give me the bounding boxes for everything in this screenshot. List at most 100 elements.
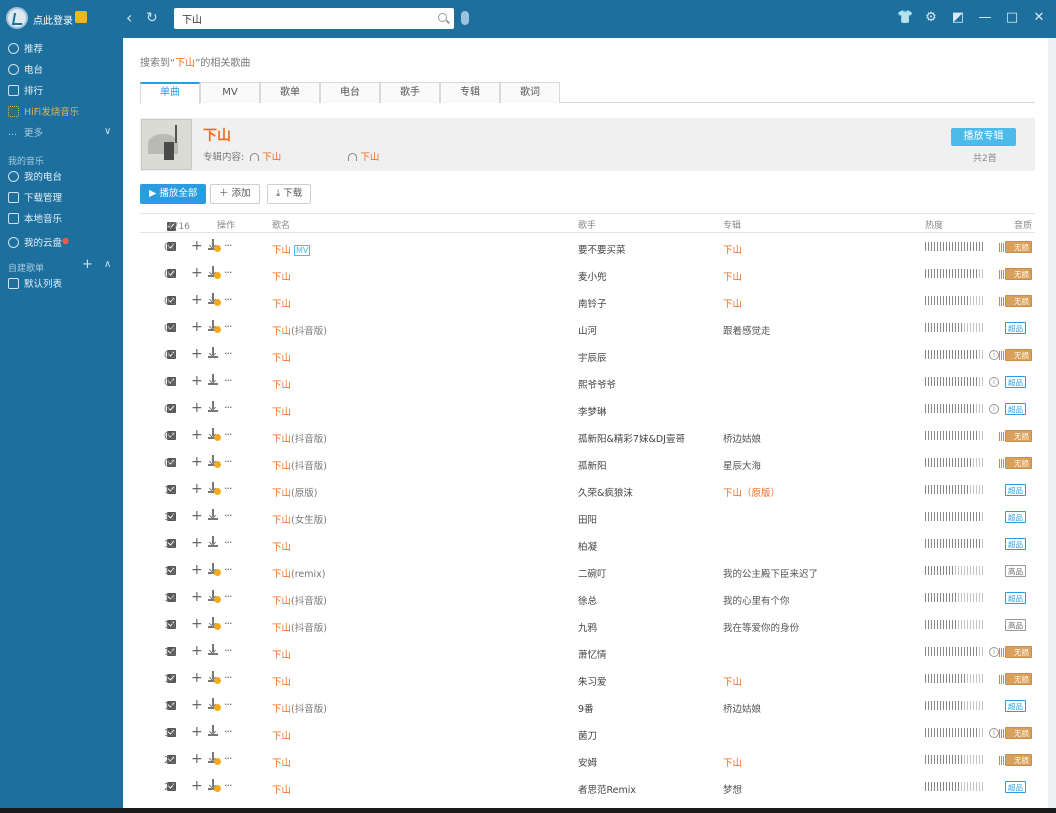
quality-badge[interactable]: 超品 xyxy=(1005,781,1026,793)
quality-badge[interactable]: 无损 xyxy=(999,646,1032,658)
singer-link[interactable]: 者思范Remix xyxy=(578,782,636,796)
table-row[interactable]: 08 + ··· 下山(抖音版) 孤新阳&精彩7妹&DJ壹哥 桥边姑娘 无损 xyxy=(140,423,1035,450)
more-icon[interactable]: ··· xyxy=(224,455,232,468)
song-title[interactable]: 下山 xyxy=(272,647,291,661)
download-icon[interactable] xyxy=(208,536,218,548)
album-link[interactable]: 跟着感觉走 xyxy=(723,323,771,337)
sidebar-item-downloads[interactable]: 下载管理 xyxy=(8,191,62,207)
more-icon[interactable]: ··· xyxy=(224,428,232,441)
table-row[interactable]: 19 + ··· 下山 菌刀 i 无损 xyxy=(140,720,1035,747)
more-icon[interactable]: ··· xyxy=(224,293,232,306)
table-row[interactable]: 14 + ··· 下山(抖音版) 徐总 我的心里有个你 超品 xyxy=(140,585,1035,612)
song-title[interactable]: 下山(抖音版) xyxy=(272,620,327,634)
play-all-button[interactable]: ▶ 播放全部 xyxy=(140,184,207,204)
more-icon[interactable]: ··· xyxy=(224,590,232,603)
singer-link[interactable]: 宇辰辰 xyxy=(578,350,607,364)
close-icon[interactable]: ✕ xyxy=(1032,9,1046,27)
download-icon[interactable] xyxy=(208,509,218,521)
singer-link[interactable]: 萧忆情 xyxy=(578,647,607,661)
add-icon[interactable]: + xyxy=(191,320,203,334)
add-icon[interactable]: + xyxy=(191,293,203,307)
more-icon[interactable]: ··· xyxy=(224,671,232,684)
quality-badge[interactable]: 无损 xyxy=(999,673,1032,685)
singer-link[interactable]: 孤新阳&精彩7妹&DJ壹哥 xyxy=(578,431,685,445)
singer-link[interactable]: 二碗叮 xyxy=(578,566,607,580)
quality-badge[interactable]: 高品 xyxy=(1005,565,1026,577)
sidebar-item-hifi[interactable]: HiFi发烧音乐 xyxy=(8,105,79,121)
more-icon[interactable]: ··· xyxy=(224,725,232,738)
tab-lyrics[interactable]: 歌词 xyxy=(500,82,560,103)
singer-link[interactable]: 麦小兜 xyxy=(578,269,607,283)
song-title[interactable]: 下山(抖音版) xyxy=(272,593,327,607)
song-title[interactable]: 下山(抖音版) xyxy=(272,431,327,445)
table-row[interactable]: 05 + ··· 下山 宇辰辰 i 无损 xyxy=(140,342,1035,369)
tab-radio[interactable]: 电台 xyxy=(320,82,380,103)
more-icon[interactable]: ··· xyxy=(224,698,232,711)
song-title[interactable]: 下山 xyxy=(272,377,291,391)
singer-link[interactable]: 田阳 xyxy=(578,512,597,526)
search-icon[interactable] xyxy=(438,13,447,22)
sidebar-item-radio[interactable]: 电台 xyxy=(8,63,43,79)
add-button[interactable]: ＋ 添加 xyxy=(210,184,260,204)
singer-link[interactable]: 久荣&疯狼沫 xyxy=(578,485,633,499)
maximize-icon[interactable]: □ xyxy=(1005,9,1019,27)
quality-badge[interactable]: 高品 xyxy=(1005,619,1026,631)
singer-link[interactable]: 九鸦 xyxy=(578,620,597,634)
quality-badge[interactable]: 无损 xyxy=(999,727,1032,739)
login-link[interactable]: 点此登录 xyxy=(33,12,73,27)
download-button[interactable]: ⤓ 下载 xyxy=(267,184,312,204)
more-icon[interactable]: ··· xyxy=(224,320,232,333)
add-icon[interactable]: + xyxy=(191,482,203,496)
album-link[interactable]: 下山（原版） xyxy=(723,485,780,499)
song-title[interactable]: 下山(抖音版) xyxy=(272,323,327,337)
microphone-icon[interactable] xyxy=(461,11,469,25)
tab-albums[interactable]: 专辑 xyxy=(440,82,500,103)
add-icon[interactable]: + xyxy=(191,563,203,577)
singer-link[interactable]: 徐总 xyxy=(578,593,597,607)
table-row[interactable]: 03 + ··· 下山 南铃子 下山 无损 xyxy=(140,288,1035,315)
sidebar-item-my-radio[interactable]: 我的电台 xyxy=(8,170,62,186)
quality-badge[interactable]: 超品 xyxy=(1005,592,1026,604)
album-link[interactable]: 我的公主殿下臣来迟了 xyxy=(723,566,818,580)
skin-icon[interactable]: 👕 xyxy=(897,9,913,27)
song-title[interactable]: 下山(remix) xyxy=(272,566,326,580)
more-icon[interactable]: ··· xyxy=(224,239,232,252)
sidebar-item-default-list[interactable]: 默认列表 xyxy=(8,277,62,293)
album-link[interactable]: 我在等爱你的身份 xyxy=(723,620,799,634)
singer-link[interactable]: 安姆 xyxy=(578,755,597,769)
tab-songs[interactable]: 单曲 xyxy=(140,82,200,104)
chevron-up-icon[interactable]: ∧ xyxy=(104,259,111,270)
sidebar-item-local[interactable]: 本地音乐 xyxy=(8,212,62,228)
song-title[interactable]: 下山 xyxy=(272,404,291,418)
quality-badge[interactable]: 超品 xyxy=(1005,322,1026,334)
song-title[interactable]: 下山(女生版) xyxy=(272,512,327,526)
album-link[interactable]: 梦想 xyxy=(723,782,742,796)
album-link[interactable]: 桥边姑娘 xyxy=(723,701,761,715)
more-icon[interactable]: ··· xyxy=(224,266,232,279)
table-row[interactable]: 15 + ··· 下山(抖音版) 九鸦 我在等爱你的身份 高品 xyxy=(140,612,1035,639)
table-row[interactable]: 01 + ··· 下山 MV 要不要买菜 下山 无损 xyxy=(140,234,1035,261)
album-link[interactable]: 我的心里有个你 xyxy=(723,593,790,607)
quality-badge[interactable]: 无损 xyxy=(999,349,1032,361)
singer-link[interactable]: 朱习爱 xyxy=(578,674,607,688)
song-title[interactable]: 下山(抖音版) xyxy=(272,701,327,715)
table-row[interactable]: 07 + ··· 下山 李梦琳 i 超品 xyxy=(140,396,1035,423)
singer-link[interactable]: 菌刀 xyxy=(578,728,597,742)
more-icon[interactable]: ··· xyxy=(224,482,232,495)
table-row[interactable]: 13 + ··· 下山(remix) 二碗叮 我的公主殿下臣来迟了 高品 xyxy=(140,558,1035,585)
more-icon[interactable]: ··· xyxy=(224,752,232,765)
add-icon[interactable]: + xyxy=(191,536,203,550)
add-icon[interactable]: + xyxy=(191,455,203,469)
search-input[interactable] xyxy=(182,11,422,26)
gift-icon[interactable] xyxy=(75,11,87,23)
add-icon[interactable]: + xyxy=(191,752,203,766)
refresh-icon[interactable]: ↻ xyxy=(146,10,158,26)
song-title[interactable]: 下山 xyxy=(272,674,291,688)
table-row[interactable]: 02 + ··· 下山 麦小兜 下山 无损 xyxy=(140,261,1035,288)
singer-link[interactable]: 9番 xyxy=(578,701,594,715)
table-row[interactable]: 16 + ··· 下山 萧忆情 i 无损 xyxy=(140,639,1035,666)
table-row[interactable]: 10 + ··· 下山(原版) 久荣&疯狼沫 下山（原版） 超品 xyxy=(140,477,1035,504)
info-icon[interactable]: i xyxy=(989,404,999,414)
quality-badge[interactable]: 无损 xyxy=(999,241,1032,253)
download-icon[interactable] xyxy=(208,401,218,413)
